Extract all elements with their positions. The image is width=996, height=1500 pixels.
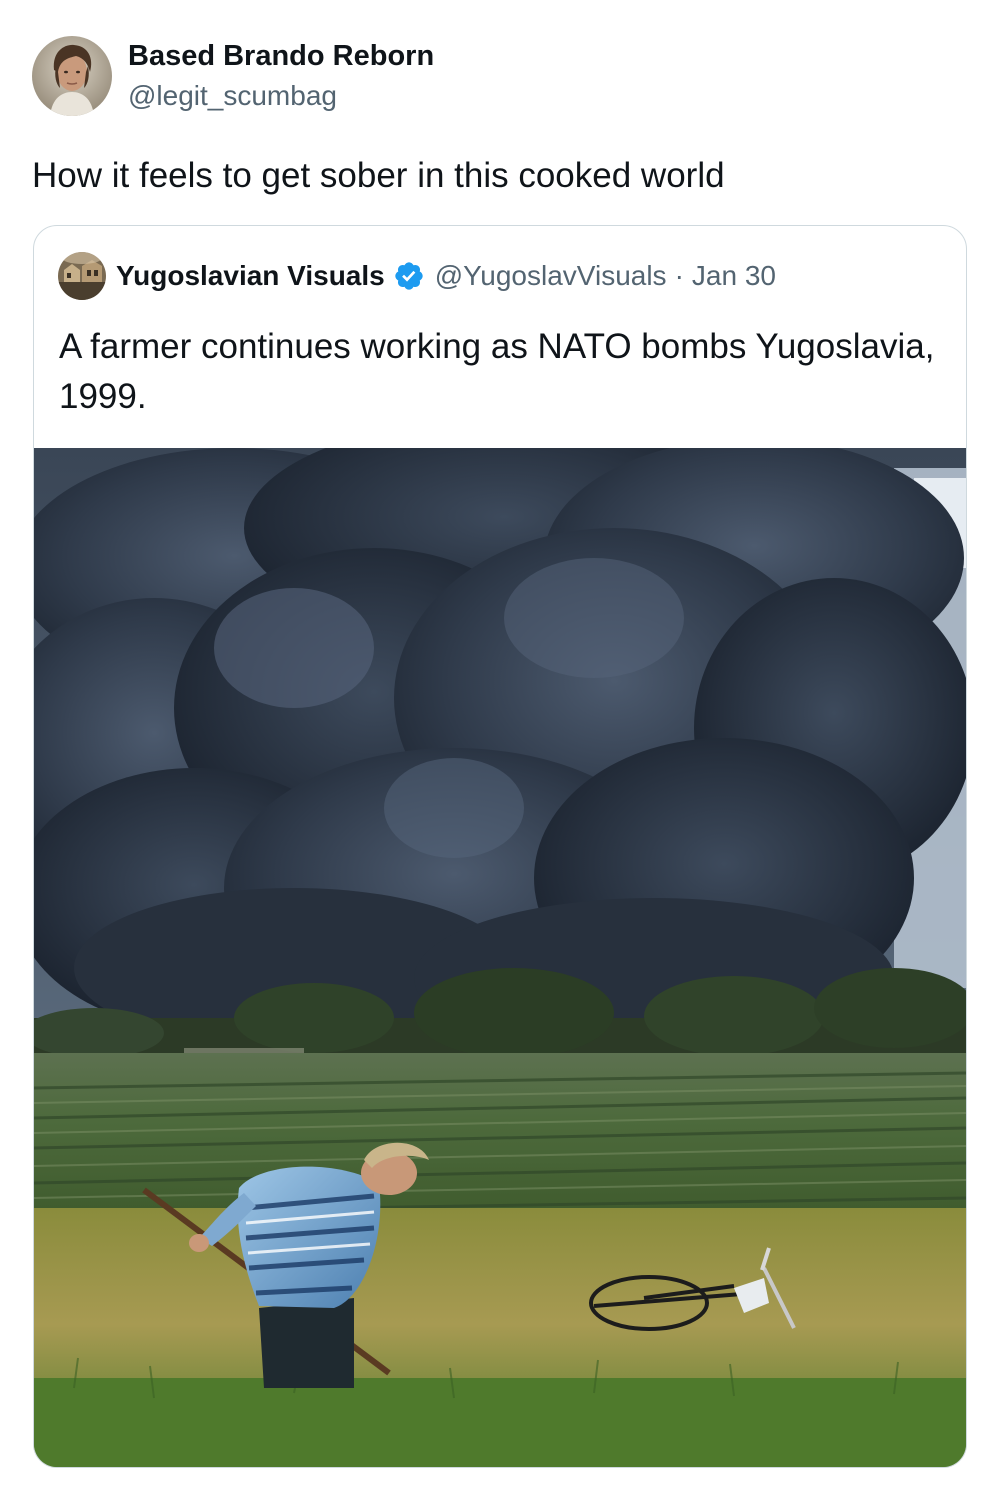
author-handle[interactable]: @legit_scumbag [128, 78, 434, 114]
quoted-tweet-header: Yugoslavian Visuals @YugoslavVisuals · J… [58, 252, 776, 300]
separator-dot: · [674, 260, 684, 291]
quoted-tweet-text: A farmer continues working as NATO bombs… [59, 327, 935, 416]
quoted-handle[interactable]: @YugoslavVisuals [435, 260, 667, 292]
quoted-date[interactable]: Jan 30 [692, 260, 776, 292]
quoted-tweet-photo[interactable] [34, 448, 966, 1467]
quoted-tweet-card[interactable]: Yugoslavian Visuals @YugoslavVisuals · J… [33, 225, 967, 1468]
tweet-page: Based Brando Reborn @legit_scumbag How i… [0, 0, 996, 1500]
author-row: Based Brando Reborn @legit_scumbag [32, 36, 434, 116]
author-avatar[interactable] [32, 36, 112, 116]
quoted-author-avatar[interactable] [58, 252, 106, 300]
quoted-display-name[interactable]: Yugoslavian Visuals [116, 260, 385, 292]
verified-badge-icon [393, 260, 425, 292]
building-avatar-icon [58, 252, 106, 300]
author-text: Based Brando Reborn @legit_scumbag [128, 38, 434, 114]
person-avatar-icon [32, 36, 112, 116]
photo-smoke-field-farmer-icon [34, 448, 966, 1467]
tweet-text: How it feels to get sober in this cooked… [32, 156, 725, 195]
author-display-name[interactable]: Based Brando Reborn [128, 38, 434, 74]
